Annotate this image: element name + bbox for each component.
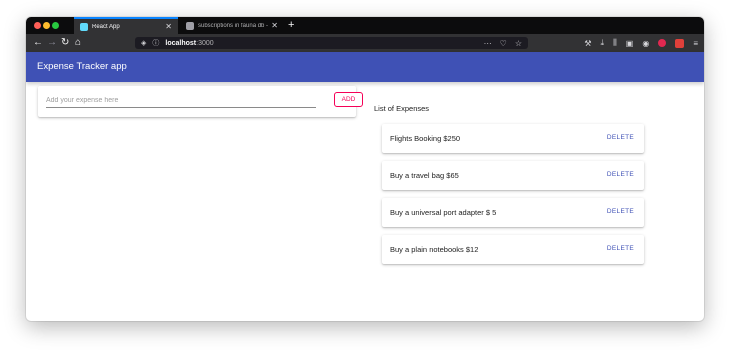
menu-icon[interactable]: ≡ bbox=[693, 39, 698, 48]
list-item: Buy a universal port adapter $ 5 DELETE bbox=[382, 198, 644, 227]
tab-title: subscriptions in fauna db - Go bbox=[198, 22, 269, 29]
tab-react-app[interactable]: React App ✕ bbox=[74, 17, 178, 34]
app-header: Expense Tracker app bbox=[26, 52, 704, 82]
react-icon bbox=[80, 22, 88, 31]
navigation-bar: ← → ↻ ⌂ ◈ ⓘ localhost:3000 ··· ♡ ☆ ⚒ ⤓ ⫼… bbox=[26, 34, 704, 52]
close-tab-icon[interactable]: ✕ bbox=[271, 21, 278, 30]
url-host: localhost bbox=[165, 39, 197, 47]
shield-icon[interactable]: ◈ bbox=[141, 39, 146, 47]
globe-icon bbox=[186, 21, 194, 30]
expense-input-card: ADD bbox=[38, 86, 363, 117]
wrench-icon[interactable]: ⚒ bbox=[584, 39, 591, 48]
url-port: :3000 bbox=[196, 39, 214, 47]
ublock-icon[interactable] bbox=[658, 39, 667, 47]
tab-strip: React App ✕ subscriptions in fauna db - … bbox=[26, 17, 704, 34]
list-item: Buy a travel bag $65 DELETE bbox=[382, 161, 644, 190]
download-icon[interactable]: ⤓ bbox=[601, 38, 605, 48]
add-button[interactable]: ADD bbox=[334, 92, 363, 107]
tab-title: React App bbox=[92, 23, 120, 30]
expense-input[interactable] bbox=[46, 94, 316, 108]
delete-button[interactable]: DELETE bbox=[607, 245, 634, 252]
expense-text: Buy a universal port adapter $ 5 bbox=[390, 208, 497, 217]
sidebar-icon[interactable]: ▣ bbox=[626, 39, 634, 48]
expense-text: Flights Booking $250 bbox=[390, 134, 461, 143]
library-icon[interactable]: ⫼ bbox=[613, 38, 617, 48]
extension-icon[interactable] bbox=[675, 38, 685, 48]
close-window-button[interactable] bbox=[34, 22, 41, 29]
new-tab-icon[interactable]: + bbox=[288, 18, 294, 32]
back-icon[interactable]: ← bbox=[33, 36, 43, 50]
list-title: List of Expenses bbox=[374, 104, 430, 113]
expense-text: Buy a plain notebooks $12 bbox=[390, 245, 479, 254]
minimize-window-button[interactable] bbox=[43, 22, 50, 29]
account-icon[interactable]: ◉ bbox=[642, 39, 649, 48]
page-actions-icon[interactable]: ··· bbox=[484, 39, 492, 48]
app-title: Expense Tracker app bbox=[37, 61, 127, 72]
list-item: Buy a plain notebooks $12 DELETE bbox=[382, 235, 644, 264]
bookmark-star-icon[interactable]: ☆ bbox=[515, 39, 522, 48]
home-icon[interactable]: ⌂ bbox=[75, 36, 81, 50]
delete-button[interactable]: DELETE bbox=[607, 208, 634, 215]
close-tab-icon[interactable]: ✕ bbox=[165, 22, 172, 31]
list-item: Flights Booking $250 DELETE bbox=[382, 124, 644, 153]
tab-search-result[interactable]: subscriptions in fauna db - Go ✕ bbox=[180, 17, 284, 34]
browser-window: React App ✕ subscriptions in fauna db - … bbox=[26, 17, 704, 321]
pocket-icon[interactable]: ♡ bbox=[500, 39, 507, 48]
info-icon[interactable]: ⓘ bbox=[152, 38, 159, 48]
url-bar[interactable]: ◈ ⓘ localhost:3000 ··· ♡ ☆ bbox=[135, 37, 528, 49]
expense-list: Flights Booking $250 DELETE Buy a travel… bbox=[382, 124, 644, 272]
expense-text: Buy a travel bag $65 bbox=[390, 171, 459, 180]
delete-button[interactable]: DELETE bbox=[607, 134, 634, 141]
maximize-window-button[interactable] bbox=[52, 22, 59, 29]
forward-icon[interactable]: → bbox=[47, 36, 57, 50]
toolbar-icons: ⚒ ⤓ ⫼ ▣ ◉ ≡ bbox=[584, 37, 698, 49]
delete-button[interactable]: DELETE bbox=[607, 171, 634, 178]
reload-icon[interactable]: ↻ bbox=[61, 36, 69, 50]
